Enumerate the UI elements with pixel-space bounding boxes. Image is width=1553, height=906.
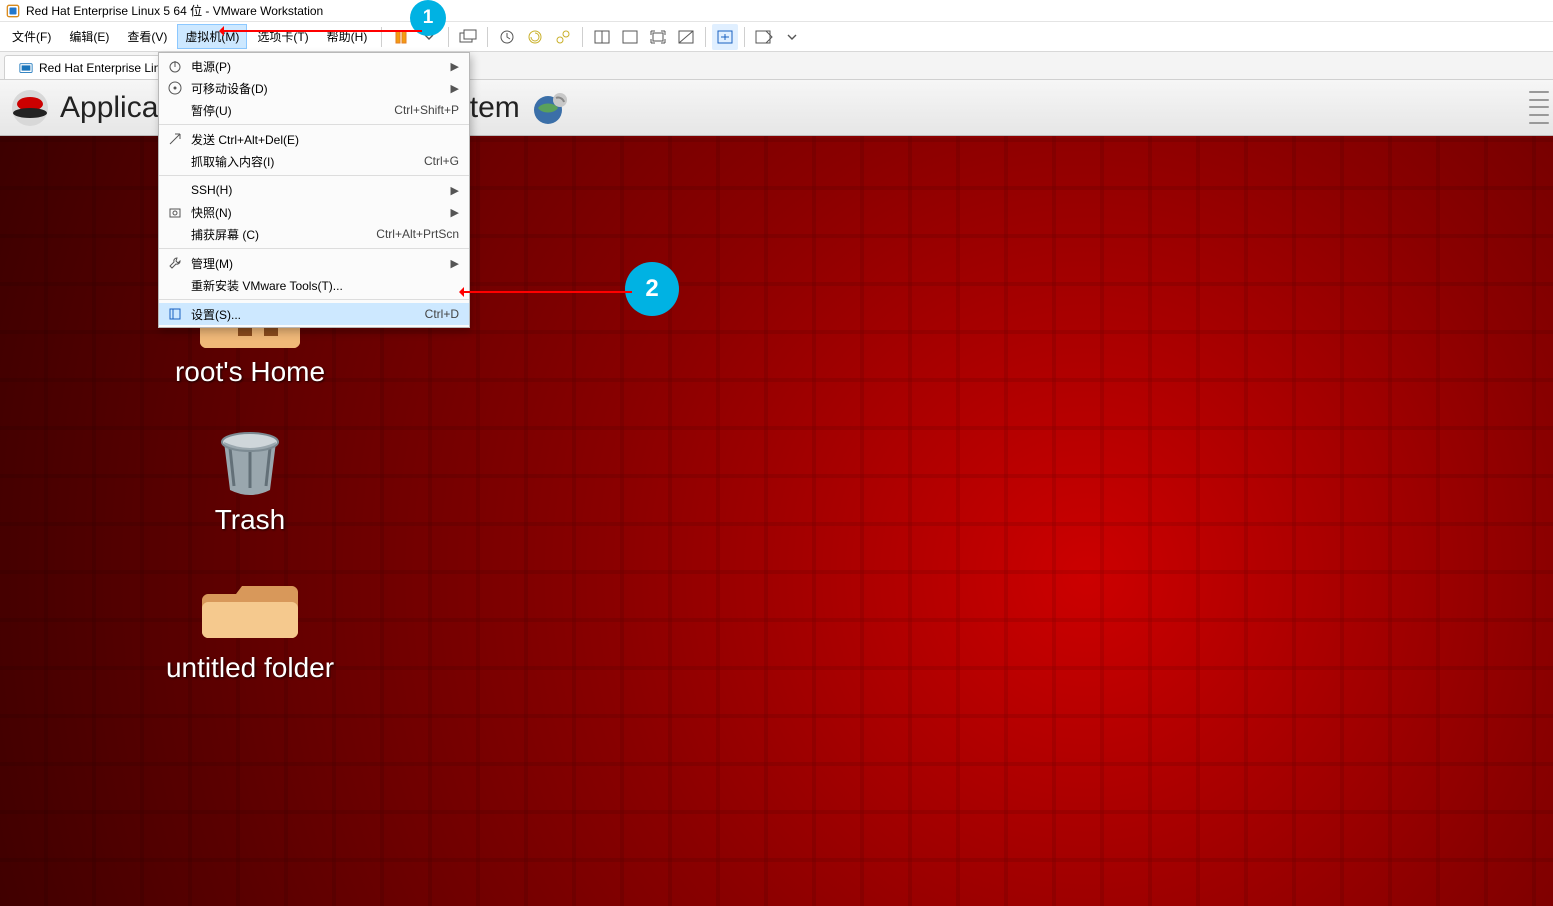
power-icon [167,58,183,74]
fullscreen-button[interactable] [645,24,671,50]
dd-item-label: 捕获屏幕 (C) [191,226,368,243]
dd-item-send-cad[interactable]: 发送 Ctrl+Alt+Del(E) [159,128,469,150]
vm-tab-icon [19,61,33,75]
menu-separator [159,248,469,249]
desktop-icon-label: untitled folder [166,652,334,684]
dd-item-label: 发送 Ctrl+Alt+Del(E) [191,131,459,148]
globe-icon [530,88,570,128]
stretch-guest-button[interactable] [712,24,738,50]
toolbar-dropdown-button-2[interactable] [779,24,805,50]
chevron-right-icon: ▶ [451,60,459,73]
folder-icon [200,576,300,646]
cycle-multiple-monitors-button[interactable] [751,24,777,50]
dd-item-ssh[interactable]: SSH(H) ▶ [159,179,469,201]
dd-item-label: 电源(P) [191,58,443,75]
vmware-app-icon [6,4,20,18]
menu-separator [159,175,469,176]
dd-item-label: 重新安装 VMware Tools(T)... [191,277,459,294]
dd-item-label: SSH(H) [191,183,443,197]
menu-separator [159,124,469,125]
vm-tab-label: Red Hat Enterprise Linux [39,61,173,75]
dd-item-accel: Ctrl+D [425,307,459,321]
snapshot-manager-button[interactable] [550,24,576,50]
dd-item-removable[interactable]: 可移动设备(D) ▶ [159,77,469,99]
view-console-button[interactable] [617,24,643,50]
dd-item-label: 管理(M) [191,255,443,272]
vm-dropdown-menu: 电源(P) ▶ 可移动设备(D) ▶ 暂停(U) Ctrl+Shift+P 发送… [158,52,470,328]
settings-icon [167,306,183,322]
dd-item-reinstall-tools[interactable]: 重新安装 VMware Tools(T)... [159,274,469,296]
chevron-right-icon: ▶ [451,257,459,270]
send-icon [167,131,183,147]
desktop-icon-trash[interactable]: Trash [120,428,380,536]
dd-item-label: 抓取输入内容(I) [191,153,416,170]
wrench-icon [167,255,183,271]
menu-help[interactable]: 帮助(H) [319,24,376,49]
window-title: Red Hat Enterprise Linux 5 64 位 - VMware… [26,2,323,19]
toolbar-separator [582,27,583,47]
dd-item-label: 暂停(U) [191,102,386,119]
panel-grip-icon [1529,88,1549,127]
dd-item-grab[interactable]: 抓取输入内容(I) Ctrl+G [159,150,469,172]
dd-item-label: 设置(S)... [191,306,417,323]
trash-icon [200,428,300,498]
unity-button[interactable] [673,24,699,50]
toolbar-dropdown-button[interactable] [416,24,442,50]
dd-item-accel: Ctrl+G [424,154,459,168]
toolbar-separator [487,27,488,47]
snapshot-icon [167,204,183,220]
dd-item-label: 快照(N) [191,204,443,221]
dd-item-power[interactable]: 电源(P) ▶ [159,55,469,77]
dd-item-snapshot[interactable]: 快照(N) ▶ [159,201,469,223]
dd-item-accel: Ctrl+Alt+PrtScn [376,227,459,241]
pause-vm-button[interactable] [388,24,414,50]
dd-item-capture[interactable]: 捕获屏幕 (C) Ctrl+Alt+PrtScn [159,223,469,245]
menu-tabs[interactable]: 选项卡(T) [249,24,316,49]
menubar: 文件(F) 编辑(E) 查看(V) 虚拟机(M) 选项卡(T) 帮助(H) [0,22,1553,52]
menu-edit[interactable]: 编辑(E) [61,24,117,49]
desktop-icon-label: root's Home [175,356,325,388]
menu-vm[interactable]: 虚拟机(M) [177,24,247,49]
toolbar-separator [744,27,745,47]
chevron-right-icon: ▶ [451,184,459,197]
menu-separator [159,299,469,300]
chevron-right-icon: ▶ [451,206,459,219]
snapshot-take-button[interactable] [494,24,520,50]
view-single-button[interactable] [589,24,615,50]
desktop-icon-untitled-folder[interactable]: untitled folder [120,576,380,684]
chevron-right-icon: ▶ [451,82,459,95]
dd-item-settings[interactable]: 设置(S)... Ctrl+D [159,303,469,325]
dd-item-label: 可移动设备(D) [191,80,443,97]
toolbar-separator [448,27,449,47]
titlebar: Red Hat Enterprise Linux 5 64 位 - VMware… [0,0,1553,22]
toolbar-separator [705,27,706,47]
dd-item-pause[interactable]: 暂停(U) Ctrl+Shift+P [159,99,469,121]
send-cad-button[interactable] [455,24,481,50]
redhat-icon [10,88,50,128]
desktop-icon-label: Trash [215,504,286,536]
menu-file[interactable]: 文件(F) [4,24,59,49]
disc-icon [167,80,183,96]
dd-item-manage[interactable]: 管理(M) ▶ [159,252,469,274]
menu-view[interactable]: 查看(V) [119,24,175,49]
dd-item-accel: Ctrl+Shift+P [394,103,459,117]
snapshot-revert-button[interactable] [522,24,548,50]
toolbar-separator [381,27,382,47]
